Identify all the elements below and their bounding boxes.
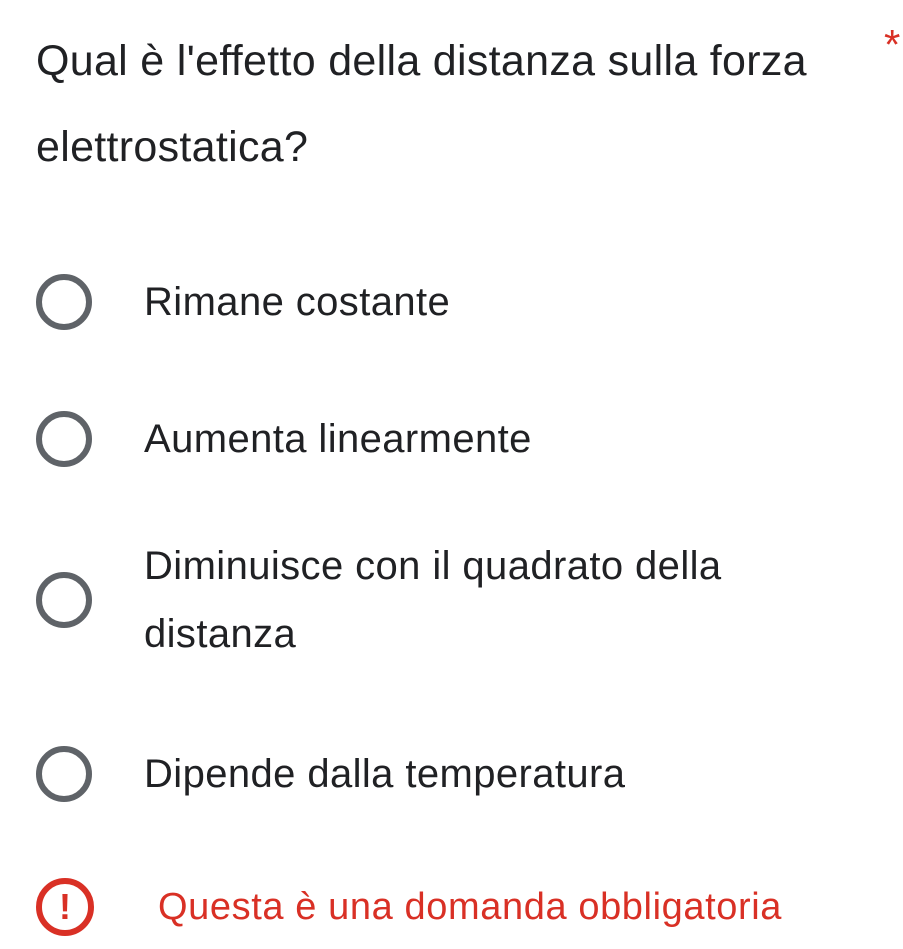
required-asterisk: * <box>884 21 901 68</box>
option-label[interactable]: Dipende dalla temperatura <box>144 740 854 808</box>
radio-button[interactable] <box>36 274 92 330</box>
option-diminuisce-quadrato[interactable]: Diminuisce con il quadrato della distanz… <box>36 532 854 668</box>
alert-circle-icon: ! <box>36 878 94 936</box>
option-rimane-costante[interactable]: Rimane costante <box>36 268 854 336</box>
radio-button[interactable] <box>36 572 92 628</box>
question-title: Qual è l'effetto della distanza sulla fo… <box>36 37 807 171</box>
option-label[interactable]: Rimane costante <box>144 268 854 336</box>
option-dipende-temperatura[interactable]: Dipende dalla temperatura <box>36 740 854 808</box>
option-label[interactable]: Aumenta linearmente <box>144 405 854 473</box>
radio-button[interactable] <box>36 411 92 467</box>
option-label[interactable]: Diminuisce con il quadrato della distanz… <box>144 532 854 668</box>
error-message: Questa è una domanda obbligatoria <box>158 885 783 928</box>
option-aumenta-linearmente[interactable]: Aumenta linearmente <box>36 405 854 473</box>
validation-error: ! Questa è una domanda obbligatoria <box>36 878 782 936</box>
radio-button[interactable] <box>36 746 92 802</box>
